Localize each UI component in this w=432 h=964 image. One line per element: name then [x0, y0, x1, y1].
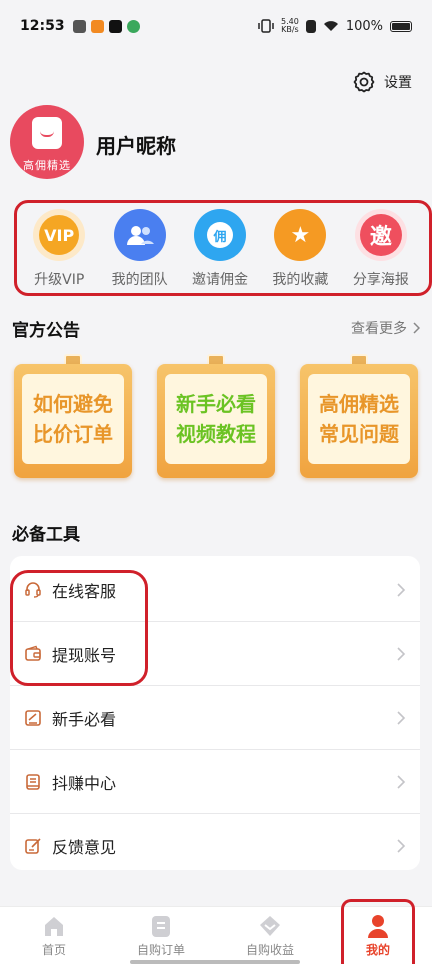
quick-action-label: 邀请佣金: [192, 272, 249, 288]
earnings-icon: [260, 916, 280, 936]
notice-inner: 新手必看 视频教程: [165, 374, 267, 464]
view-more-link[interactable]: 查看更多: [351, 318, 420, 338]
settings-label: 设置: [384, 75, 412, 91]
tool-item-newbie-guide[interactable]: 新手必看: [10, 686, 420, 750]
notice-line1: 新手必看: [176, 392, 256, 416]
clipboard-icon: [72, 19, 86, 33]
battery-percent: 100%: [345, 18, 383, 34]
chevron-right-icon: [397, 583, 406, 597]
tool-item-douzhuan-center[interactable]: 抖赚中心: [10, 750, 420, 814]
quick-action-label: 升级VIP: [34, 272, 85, 288]
notice-board: 新手必看 视频教程: [157, 364, 275, 478]
tools-list: 在线客服 提现账号 新手必看 抖赚中心 反馈意见: [10, 556, 420, 870]
wechat-pay-icon: [126, 19, 140, 33]
vip-icon-text: VIP: [39, 215, 80, 255]
nav-label: 自购收益: [245, 943, 294, 957]
quick-action-invite-commission[interactable]: 佣 邀请佣金: [180, 205, 260, 293]
notice-board: 高佣精选 常见问题: [300, 364, 418, 478]
money-bag-icon: 佣: [194, 209, 247, 261]
tool-item-feedback[interactable]: 反馈意见: [10, 814, 420, 878]
chevron-right-icon: [413, 322, 420, 334]
notice-line1: 高佣精选: [319, 392, 399, 416]
quick-action-my-team[interactable]: 我的团队: [99, 205, 179, 293]
quick-action-favorites[interactable]: ★ 我的收藏: [260, 205, 340, 293]
taobao-app-icon: [90, 19, 104, 33]
tool-label: 抖赚中心: [52, 773, 117, 793]
highlight-frame-nav: [341, 899, 415, 964]
quick-action-upgrade-vip[interactable]: VIP 升级VIP: [19, 205, 99, 293]
star-icon: ★: [274, 209, 327, 261]
nav-label: 首页: [41, 943, 66, 957]
notice-inner: 高佣精选 常见问题: [308, 374, 410, 464]
home-icon: [45, 917, 63, 936]
net-speed-unit: KB/s: [281, 25, 299, 34]
chevron-right-icon: [397, 775, 406, 789]
view-more-label: 查看更多: [351, 321, 407, 337]
wifi-icon: [323, 21, 338, 31]
quick-actions: VIP 升级VIP 我的团队 佣 邀请佣金 ★ 我的收藏 邀 分享海报: [14, 200, 432, 296]
notification-icons: [72, 19, 140, 33]
notice-board: 如何避免 比价订单: [14, 364, 132, 478]
net-speed: 5.40 KB/s: [281, 18, 299, 34]
star-glyph: ★: [290, 222, 311, 248]
nav-self-earnings[interactable]: 自购收益: [220, 907, 320, 964]
money-bag-text: 佣: [207, 222, 234, 248]
notice-line2: 比价订单: [33, 422, 113, 446]
notice-card-faq[interactable]: 高佣精选 常见问题: [300, 354, 418, 480]
tool-item-withdraw-account[interactable]: 提现账号: [10, 622, 420, 686]
book-icon: [26, 773, 40, 790]
guide-icon: [25, 709, 41, 726]
team-icon: [113, 209, 166, 261]
chevron-right-icon: [397, 711, 406, 725]
vibrate-icon: [258, 19, 274, 33]
vip-icon: VIP: [33, 209, 86, 261]
nav-self-orders[interactable]: 自购订单: [111, 907, 211, 964]
notice-inner: 如何避免 比价订单: [22, 374, 124, 464]
battery-icon: [390, 20, 412, 32]
notices-title: 官方公告: [12, 321, 80, 341]
status-bar: 12:53 5.40 KB/s 100%: [0, 0, 432, 52]
status-time: 12:53: [20, 18, 65, 34]
invite-icon: 邀: [354, 209, 407, 261]
quick-action-label: 我的团队: [111, 272, 168, 288]
status-right: 5.40 KB/s 100%: [258, 18, 412, 34]
chevron-right-icon: [397, 647, 406, 661]
tools-title: 必备工具: [12, 525, 80, 545]
tool-label: 新手必看: [52, 709, 117, 729]
feedback-icon: [25, 838, 41, 854]
notice-card-newbie-videos[interactable]: 新手必看 视频教程: [157, 354, 275, 480]
nav-home[interactable]: 首页: [4, 907, 104, 964]
settings-button[interactable]: 设置: [352, 70, 412, 94]
order-icon: [152, 916, 170, 937]
notice-line2: 视频教程: [176, 422, 256, 446]
tool-item-online-service[interactable]: 在线客服: [10, 558, 420, 622]
user-nickname[interactable]: 用户昵称: [96, 130, 176, 159]
invite-icon-text: 邀: [359, 214, 402, 256]
notice-line1: 如何避免: [33, 392, 113, 416]
quick-action-share-poster[interactable]: 邀 分享海报: [341, 205, 421, 293]
wallet-icon: [25, 645, 41, 661]
tool-label: 反馈意见: [52, 838, 117, 857]
quick-action-label: 我的收藏: [272, 272, 329, 288]
sim-icon: [305, 19, 316, 33]
avatar[interactable]: 高佣精选: [10, 105, 84, 179]
avatar-brand-text: 高佣精选: [23, 159, 71, 172]
headset-icon: [25, 581, 41, 598]
nav-label: 自购订单: [136, 943, 185, 957]
tool-label: 提现账号: [52, 645, 117, 665]
tool-label: 在线客服: [52, 581, 117, 601]
notice-card-avoid-price-compare[interactable]: 如何避免 比价订单: [14, 354, 132, 480]
team-glyph: [126, 226, 154, 245]
notice-line2: 常见问题: [319, 422, 399, 446]
gear-icon: [353, 71, 375, 93]
tiktok-app-icon: [108, 19, 122, 33]
quick-action-label: 分享海报: [352, 272, 409, 288]
gesture-bar[interactable]: [130, 960, 300, 964]
chevron-right-icon: [397, 839, 406, 853]
